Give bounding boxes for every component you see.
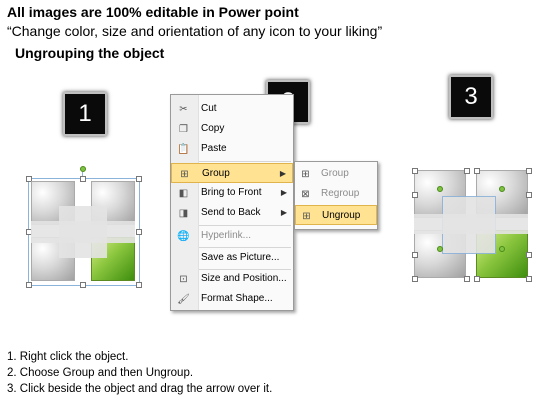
cross-horizontal — [31, 221, 135, 243]
submenu-arrow-icon: ▶ — [279, 169, 286, 178]
resize-handle[interactable] — [526, 276, 532, 282]
submenu-arrow-icon: ▶ — [280, 188, 287, 197]
scissors-icon: ✂ — [179, 104, 188, 115]
resize-handle[interactable] — [80, 176, 86, 182]
regroup-icon: ⊠ — [301, 189, 310, 200]
menu-item-cut[interactable]: ✂ Cut — [171, 99, 293, 119]
resize-handle[interactable] — [526, 192, 532, 198]
submenu-item-regroup[interactable]: ⊠ Regroup — [295, 184, 377, 204]
resize-handle[interactable] — [136, 176, 142, 182]
context-menu: ✂ Cut ❐ Copy 📋 Paste ⊞ Group ▶ ◧ Bring t… — [170, 94, 294, 311]
format-shape-icon: 🖌 — [177, 294, 190, 305]
size-position-icon: ⊡ — [179, 274, 188, 285]
send-back-icon: ◨ — [178, 208, 189, 219]
step-badge-3: 3 — [449, 75, 493, 119]
submenu-item-group[interactable]: ⊞ Group — [295, 164, 377, 184]
resize-handle[interactable] — [26, 282, 32, 288]
copy-icon: ❐ — [179, 124, 188, 135]
hyperlink-icon: 🌐 — [177, 231, 190, 242]
instruction-step: 2. Choose Group and then Ungroup. — [7, 367, 194, 379]
menu-item-paste[interactable]: 📋 Paste — [171, 139, 293, 159]
instruction-list: 1. Right click the object. 2. Choose Gro… — [7, 349, 272, 397]
resize-handle[interactable] — [136, 229, 142, 235]
menu-item-send-to-back[interactable]: ◨ Send to Back ▶ — [171, 203, 293, 223]
cross-horizontal — [414, 214, 528, 234]
resize-handle[interactable] — [136, 282, 142, 288]
resize-handle[interactable] — [464, 168, 470, 174]
rotate-handle[interactable] — [499, 186, 505, 192]
step-badge-1: 1 — [63, 92, 107, 136]
resize-handle[interactable] — [474, 276, 480, 282]
group-icon: ⊞ — [301, 169, 310, 180]
resize-handle[interactable] — [526, 168, 532, 174]
rotate-handle[interactable] — [80, 166, 86, 172]
resize-handle[interactable] — [412, 252, 418, 258]
group-icon: ⊞ — [180, 169, 189, 180]
resize-handle[interactable] — [526, 252, 532, 258]
submenu-item-ungroup[interactable]: ⊞ Ungroup — [295, 205, 377, 225]
ungroup-icon: ⊞ — [302, 211, 311, 222]
resize-handle[interactable] — [412, 276, 418, 282]
resize-handle[interactable] — [474, 168, 480, 174]
menu-item-size-and-position[interactable]: ⊡ Size and Position... — [171, 269, 293, 289]
page-title: All images are 100% editable in Power po… — [7, 4, 299, 20]
instruction-step: 3. Click beside the object and drag the … — [7, 383, 273, 395]
ungrouped-object[interactable] — [410, 166, 534, 282]
resize-handle[interactable] — [80, 282, 86, 288]
rotate-handle[interactable] — [437, 186, 443, 192]
menu-item-save-as-picture[interactable]: Save as Picture... — [171, 248, 293, 268]
grouped-object[interactable] — [24, 166, 142, 288]
section-heading: Ungrouping the object — [15, 45, 165, 61]
page-subtitle: “Change color, size and orientation of a… — [7, 23, 383, 39]
group-submenu: ⊞ Group ⊠ Regroup ⊞ Ungroup — [294, 161, 378, 230]
rotate-handle[interactable] — [437, 246, 443, 252]
paste-icon: 📋 — [177, 144, 190, 155]
bring-front-icon: ◧ — [178, 188, 189, 199]
submenu-arrow-icon: ▶ — [280, 208, 287, 217]
resize-handle[interactable] — [464, 276, 470, 282]
rotate-handle[interactable] — [499, 246, 505, 252]
menu-item-copy[interactable]: ❐ Copy — [171, 119, 293, 139]
menu-item-hyperlink[interactable]: 🌐 Hyperlink... — [171, 226, 293, 246]
menu-item-bring-to-front[interactable]: ◧ Bring to Front ▶ — [171, 183, 293, 203]
menu-item-group[interactable]: ⊞ Group ▶ — [171, 163, 293, 183]
menu-item-format-shape[interactable]: 🖌 Format Shape... — [171, 289, 293, 309]
resize-handle[interactable] — [412, 168, 418, 174]
resize-handle[interactable] — [412, 192, 418, 198]
instruction-step: 1. Right click the object. — [7, 351, 129, 363]
